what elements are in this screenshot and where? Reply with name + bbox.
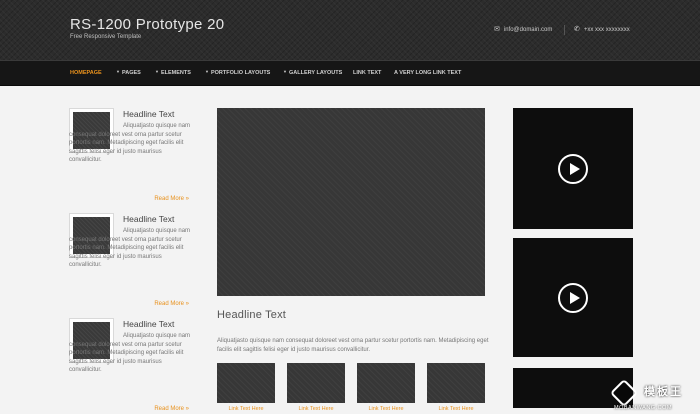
gallery-item: Link Text Here bbox=[287, 363, 345, 412]
nav-item-label: Link Text bbox=[353, 70, 382, 76]
gallery-link[interactable]: Link Text Here bbox=[427, 406, 485, 412]
contact-email-text: info@domain.com bbox=[503, 27, 553, 33]
gallery-item: Link Text Here bbox=[217, 363, 275, 412]
watermark-text: 模板王 bbox=[644, 386, 683, 398]
caret-down-icon: ▼ bbox=[283, 69, 287, 74]
contact-phone-text: +xx xxx xxxxxxxx bbox=[583, 27, 630, 33]
phone-icon: ✆ bbox=[574, 26, 580, 33]
gallery-item: Link Text Here bbox=[427, 363, 485, 412]
gallery-thumbnail[interactable] bbox=[287, 363, 345, 403]
watermark-url: MOBANWANG.COM bbox=[614, 405, 672, 411]
site-tagline: Free Responsive Template bbox=[70, 34, 142, 40]
nav-item-elements[interactable]: ▼ Elements bbox=[155, 69, 191, 76]
nav-item-link-text[interactable]: Link Text bbox=[353, 70, 381, 76]
nav-item-label: Homepage bbox=[70, 70, 102, 76]
play-icon[interactable] bbox=[558, 283, 588, 313]
gallery-thumbnail[interactable] bbox=[357, 363, 415, 403]
post-title[interactable]: Headline Text bbox=[123, 319, 174, 329]
post-excerpt: Aliquatjasto quisque nam consequat dolor… bbox=[69, 228, 191, 269]
nav-item-homepage[interactable]: Homepage bbox=[70, 70, 102, 76]
watermark-logo-icon bbox=[609, 378, 639, 408]
watermark: 模板王 MOBANWANG.COM bbox=[609, 378, 700, 414]
gallery-thumbnail[interactable] bbox=[427, 363, 485, 403]
caret-down-icon: ▼ bbox=[155, 69, 159, 74]
main-paragraph: Aliquatjasto quisque nam consequat dolor… bbox=[217, 338, 489, 353]
gallery-link[interactable]: Link Text Here bbox=[217, 406, 275, 412]
caret-down-icon: ▼ bbox=[116, 69, 120, 74]
read-more-link[interactable]: Read More » bbox=[139, 406, 189, 412]
post-excerpt: Aliquatjasto quisque nam consequat dolor… bbox=[69, 123, 191, 164]
video-player[interactable] bbox=[513, 108, 633, 229]
envelope-icon: ✉ bbox=[494, 26, 500, 33]
nav-item-very-long-link[interactable]: A Very Long Link Text bbox=[394, 70, 461, 76]
nav-item-gallery-layouts[interactable]: ▼ Gallery Layouts bbox=[283, 69, 343, 76]
gallery-thumbnail[interactable] bbox=[217, 363, 275, 403]
gallery-item: Link Text Here bbox=[357, 363, 415, 412]
nav-item-pages[interactable]: ▼ Pages bbox=[116, 69, 141, 76]
site-header: RS-1200 Prototype 20 Free Responsive Tem… bbox=[0, 0, 700, 60]
post-title[interactable]: Headline Text bbox=[123, 214, 174, 224]
contact-divider bbox=[564, 25, 565, 35]
hero-image[interactable] bbox=[217, 108, 485, 296]
post-title[interactable]: Headline Text bbox=[123, 109, 174, 119]
nav-item-label: Portfolio Layouts bbox=[210, 70, 271, 76]
contact-phone: ✆ +xx xxx xxxxxxxx bbox=[574, 26, 630, 33]
contact-email[interactable]: ✉ info@domain.com bbox=[494, 26, 553, 33]
nav-item-portfolio-layouts[interactable]: ▼ Portfolio Layouts bbox=[205, 69, 271, 76]
video-player[interactable] bbox=[513, 238, 633, 357]
site-title[interactable]: RS-1200 Prototype 20 bbox=[70, 16, 224, 33]
nav-item-label: A Very Long Link Text bbox=[394, 70, 462, 76]
caret-down-icon: ▼ bbox=[205, 69, 209, 74]
read-more-link[interactable]: Read More » bbox=[139, 196, 189, 202]
gallery-link[interactable]: Link Text Here bbox=[357, 406, 415, 412]
main-nav: Homepage ▼ Pages ▼ Elements ▼ Portfolio Lay… bbox=[0, 60, 700, 86]
nav-item-label: Gallery Layouts bbox=[288, 70, 343, 76]
gallery-link[interactable]: Link Text Here bbox=[287, 406, 345, 412]
nav-item-label: Pages bbox=[121, 70, 141, 76]
read-more-link[interactable]: Read More » bbox=[139, 301, 189, 307]
main-headline: Headline Text bbox=[217, 309, 287, 321]
nav-item-label: Elements bbox=[160, 70, 191, 76]
post-excerpt: Aliquatjasto quisque nam consequat dolor… bbox=[69, 333, 191, 374]
play-icon[interactable] bbox=[558, 154, 588, 184]
